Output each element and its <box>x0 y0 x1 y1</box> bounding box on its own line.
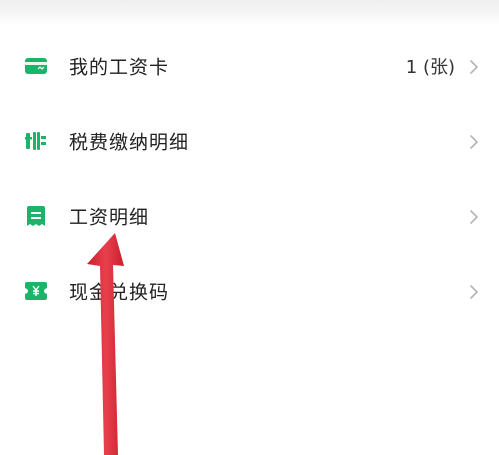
card-icon <box>24 55 48 77</box>
menu-item-label: 现金兑换码 <box>69 281 170 303</box>
menu-item-label: 工资明细 <box>69 206 150 228</box>
menu-item-label: 我的工资卡 <box>69 56 170 78</box>
receipt-icon <box>24 205 48 227</box>
chevron-right-icon <box>469 59 479 74</box>
menu-item-salary-details[interactable]: 工资明细 <box>0 178 499 253</box>
menu-item-salary-card[interactable]: 我的工资卡 1 (张) <box>0 28 499 103</box>
tax-icon <box>24 130 48 152</box>
card-count: 1 (张) <box>405 56 455 78</box>
chevron-right-icon <box>469 284 479 299</box>
chevron-right-icon <box>469 134 479 149</box>
menu-item-cash-voucher[interactable]: 现金兑换码 <box>0 253 499 328</box>
menu-list: 我的工资卡 1 (张) 税费缴纳明细 工资明细 现金兑换码 <box>0 28 499 328</box>
top-shade <box>0 0 499 26</box>
menu-item-tax-details[interactable]: 税费缴纳明细 <box>0 103 499 178</box>
chevron-right-icon <box>469 209 479 224</box>
voucher-icon <box>24 280 48 302</box>
menu-item-label: 税费缴纳明细 <box>69 131 190 153</box>
